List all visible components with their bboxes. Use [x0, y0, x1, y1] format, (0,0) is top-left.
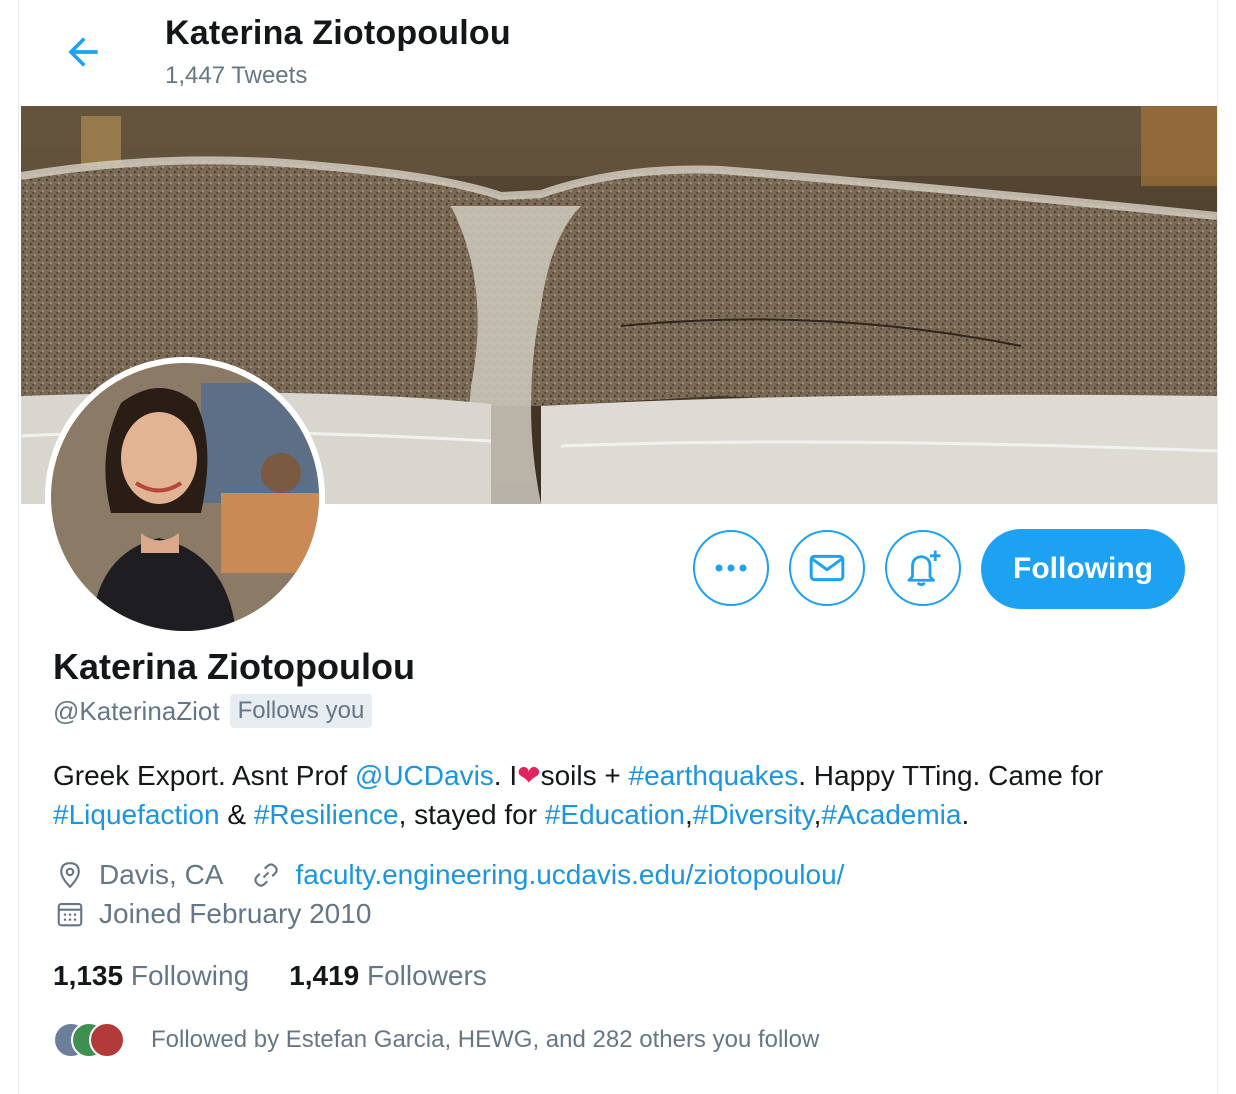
profile-bio: Greek Export. Asnt Prof @UCDavis. I❤soil… — [53, 756, 1193, 834]
profile-name: Katerina Ziotopoulou — [53, 646, 415, 687]
heart-emoji: ❤ — [517, 760, 541, 791]
location-pin-icon — [53, 858, 87, 892]
bio-text: Greek Export. Asnt Prof — [53, 760, 355, 791]
avatar — [89, 1022, 125, 1058]
bio-text: . — [961, 799, 970, 830]
profile-joined: Joined February 2010 — [99, 898, 372, 929]
header-title: Katerina Ziotopoulou — [165, 14, 511, 52]
bio-text: . Happy TTing. Came for — [798, 760, 1104, 791]
profile-website-link[interactable]: faculty.engineering.ucdavis.edu/ziotopou… — [295, 859, 844, 891]
hashtag-link[interactable]: #Resilience — [254, 799, 399, 830]
avatar-photo — [51, 363, 319, 631]
link-icon — [249, 858, 283, 892]
tweet-count: 1,447 Tweets — [165, 62, 308, 89]
following-stat[interactable]: 1,135 Following — [53, 960, 249, 992]
profile-avatar[interactable] — [45, 357, 325, 637]
hashtag-link[interactable]: #Diversity — [693, 799, 814, 830]
profile-column: Katerina Ziotopoulou 1,447 Tweets Follow… — [18, 0, 1218, 1094]
handle-row: @KaterinaZiot Follows you — [53, 694, 373, 728]
follow-stats: 1,135 Following 1,419 Followers — [53, 960, 487, 992]
profile-meta-row: Davis, CA faculty.engineering.ucdavis.ed… — [53, 858, 844, 892]
bio-text: & — [219, 799, 254, 830]
profile-location: Davis, CA — [99, 859, 224, 890]
follows-you-badge: Follows you — [229, 694, 373, 728]
bell-plus-icon — [907, 550, 941, 587]
more-icon — [715, 564, 747, 572]
profile-header-bar: Katerina Ziotopoulou 1,447 Tweets — [19, 0, 1217, 106]
back-button[interactable] — [61, 30, 105, 74]
calendar-icon — [53, 897, 87, 931]
followers-count: 1,419 — [289, 960, 360, 991]
hashtag-link[interactable]: #Academia — [821, 799, 961, 830]
notifications-button[interactable] — [885, 530, 961, 606]
followed-by-text: Followed by Estefan Garcia, HEWG, and 28… — [151, 1026, 820, 1053]
mail-icon — [809, 554, 845, 582]
bio-text: , — [684, 799, 693, 830]
message-button[interactable] — [789, 530, 865, 606]
hashtag-link[interactable]: #Liquefaction — [53, 799, 220, 830]
profile-joined-row: Joined February 2010 — [53, 897, 371, 931]
bio-text: , stayed for — [398, 799, 545, 830]
following-label: Following — [130, 960, 250, 991]
more-button[interactable] — [693, 530, 769, 606]
hashtag-link[interactable]: #Education — [545, 799, 685, 830]
following-button[interactable]: Following — [981, 529, 1185, 609]
profile-handle: @KaterinaZiot — [53, 695, 220, 726]
mention-link[interactable]: @UCDavis — [355, 760, 494, 791]
hashtag-link[interactable]: #earthquakes — [629, 760, 799, 791]
bio-text: . I — [493, 760, 518, 791]
following-count: 1,135 — [53, 960, 124, 991]
followed-by-row[interactable]: Followed by Estefan Garcia, HEWG, and 28… — [53, 1022, 819, 1058]
back-arrow-icon — [68, 37, 98, 67]
followers-stat[interactable]: 1,419 Followers — [289, 960, 487, 992]
followers-label: Followers — [367, 960, 487, 991]
bio-text: soils + — [540, 760, 629, 791]
